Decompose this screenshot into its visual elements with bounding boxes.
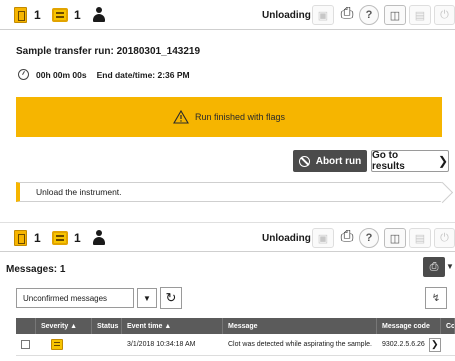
message-column-header[interactable]: Message xyxy=(223,318,377,334)
instrument-state: Unloading xyxy=(262,10,311,21)
timer-row: 00h 00m 00s End date/time: 2:36 PM xyxy=(18,69,190,80)
row-message: Clot was detected while aspirating the s… xyxy=(228,340,372,348)
print-icon[interactable]: ⎙ xyxy=(336,4,358,24)
rack-icon[interactable] xyxy=(14,7,27,23)
top-bar: 1 1 Unloading ▣ ⎙ ? ◫ ▤ ⏻ xyxy=(0,0,455,30)
refresh-icon[interactable]: ↻ xyxy=(160,287,182,309)
flag-message: Run finished with flags xyxy=(194,112,286,122)
warning-icon xyxy=(173,109,189,124)
help-icon[interactable]: ? xyxy=(359,228,379,248)
ban-icon xyxy=(298,155,310,167)
row-message-code: 9302.2.5.6.26 xyxy=(382,341,425,348)
help-icon[interactable]: ? xyxy=(359,5,379,25)
elapsed-time: 00h 00m 00s xyxy=(36,69,87,80)
instrument-icon: ▣ xyxy=(312,5,334,25)
print-icon[interactable]: ⎙ xyxy=(336,227,358,247)
abort-run-label: Abort run xyxy=(315,155,362,167)
extra-column-header[interactable]: Co xyxy=(441,318,455,334)
print-messages-button[interactable]: ⎙ xyxy=(423,257,445,277)
rack-count: 1 xyxy=(34,8,41,22)
message-filter-select[interactable]: Unconfirmed messages xyxy=(16,288,134,308)
timer-icon xyxy=(18,69,29,80)
chevron-right-icon[interactable]: ❯ xyxy=(428,337,441,352)
user-icon[interactable] xyxy=(92,230,106,246)
camera-icon[interactable]: ◫ xyxy=(384,228,406,248)
event-time-column-header[interactable]: Event time ▲ xyxy=(122,318,223,334)
row-checkbox[interactable] xyxy=(21,340,30,349)
chevron-right-icon: ❯ xyxy=(437,154,448,168)
user-icon[interactable] xyxy=(92,7,106,23)
go-to-results-label: Go to results xyxy=(372,150,405,172)
message-icon[interactable] xyxy=(52,8,68,22)
severity-message-icon xyxy=(51,339,63,350)
message-count: 1 xyxy=(74,8,81,22)
message-count: 1 xyxy=(74,231,81,245)
messages-header: Messages: 1 xyxy=(6,264,66,275)
go-to-results-button[interactable]: Go to results ❯ xyxy=(371,150,449,172)
severity-column-header[interactable]: Severity ▲ xyxy=(36,318,92,334)
cabinet-icon: ▤ xyxy=(409,5,431,25)
run-title: Sample transfer run: 20180301_143219 xyxy=(16,46,201,57)
table-header: Severity ▲ Status Event time ▲ Message M… xyxy=(16,318,455,334)
flag-banner: Run finished with flags xyxy=(16,97,442,137)
chevron-down-icon[interactable]: ▼ xyxy=(137,288,157,308)
power-icon[interactable]: ⏻ xyxy=(434,228,455,248)
top-bar-secondary: 1 1 Unloading ▣ ⎙ ? ◫ ▤ ⏻ xyxy=(0,222,455,252)
cabinet-icon: ▤ xyxy=(409,228,431,248)
row-extra xyxy=(441,334,455,355)
camera-icon[interactable]: ◫ xyxy=(384,5,406,25)
print-options-chevron-icon[interactable]: ▼ xyxy=(446,262,454,271)
expand-icon[interactable]: ↯ xyxy=(425,287,447,309)
rack-count: 1 xyxy=(34,231,41,245)
unload-instruction[interactable]: Unload the instrument. xyxy=(16,182,442,202)
rack-icon[interactable] xyxy=(14,230,27,246)
power-icon[interactable]: ⏻ xyxy=(434,5,455,25)
select-all-column[interactable] xyxy=(16,318,36,334)
message-icon[interactable] xyxy=(52,231,68,245)
abort-run-button[interactable]: Abort run xyxy=(293,150,367,172)
row-status xyxy=(92,334,122,355)
message-code-column-header[interactable]: Message code xyxy=(377,318,441,334)
messages-table: Severity ▲ Status Event time ▲ Message M… xyxy=(16,318,455,356)
instrument-icon: ▣ xyxy=(312,228,334,248)
table-row[interactable]: 3/1/2018 10:34:18 AM Clot was detected w… xyxy=(16,334,455,356)
row-event-time: 3/1/2018 10:34:18 AM xyxy=(127,341,196,348)
instrument-state: Unloading xyxy=(262,233,311,244)
unload-instruction-text: Unload the instrument. xyxy=(36,187,122,197)
status-column-header[interactable]: Status xyxy=(92,318,122,334)
end-time: End date/time: 2:36 PM xyxy=(96,69,190,80)
